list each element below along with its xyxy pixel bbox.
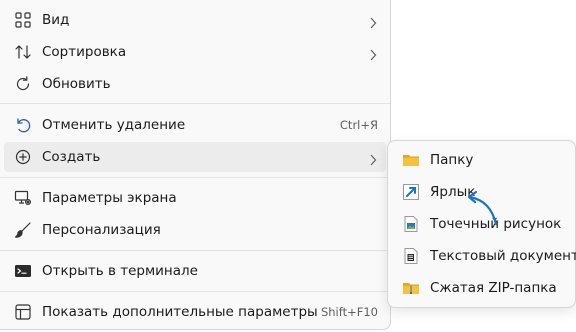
submenu-item-shortcut[interactable]: Ярлык <box>392 177 571 207</box>
menu-item-label: Вид <box>42 12 70 28</box>
menu-item-view[interactable]: Вид <box>4 5 386 35</box>
menu-divider <box>0 177 390 178</box>
menu-item-personalization[interactable]: Персонализация <box>4 215 386 245</box>
chevron-right-icon <box>369 151 377 166</box>
submenu-item-label: Ярлык <box>430 184 476 200</box>
submenu-item-text-document[interactable]: Текстовый документ <box>392 241 576 271</box>
menu-item-label: Персонализация <box>42 222 161 238</box>
menu-item-label: Параметры экрана <box>42 190 177 206</box>
folder-icon <box>402 151 420 169</box>
submenu-item-label: Сжатая ZIP-папка <box>430 280 557 296</box>
menu-item-create[interactable]: Создать <box>4 142 386 172</box>
menu-item-show-more-options[interactable]: Показать дополнительные параметры Shift+… <box>4 297 386 327</box>
terminal-icon <box>14 262 32 280</box>
paintbrush-icon <box>14 221 32 239</box>
submenu-item-label: Папку <box>430 152 474 168</box>
menu-item-label: Создать <box>42 149 101 165</box>
chevron-right-icon <box>369 14 377 29</box>
create-submenu: Папку Ярлык Точечный рисунок Текстовый д… <box>387 140 576 308</box>
submenu-item-zip[interactable]: Сжатая ZIP-папка <box>392 273 571 303</box>
submenu-item-label: Точечный рисунок <box>430 216 562 232</box>
chevron-right-icon <box>369 46 377 61</box>
shortcut-text: Ctrl+Я <box>339 118 378 132</box>
menu-item-label: Сортировка <box>42 44 127 60</box>
menu-item-label: Показать дополнительные параметры <box>42 304 318 320</box>
submenu-item-bitmap[interactable]: Точечный рисунок <box>392 209 571 239</box>
refresh-icon <box>14 75 32 93</box>
shortcut-icon <box>402 183 420 201</box>
submenu-item-folder[interactable]: Папку <box>392 145 571 175</box>
desktop-context-menu-screen: Вид Сортировка Обновить Отменить удалени… <box>0 0 576 332</box>
menu-item-display-settings[interactable]: Параметры экрана <box>4 183 386 213</box>
undo-icon <box>14 116 32 134</box>
display-settings-icon <box>14 189 32 207</box>
menu-item-label: Открыть в терминале <box>42 263 198 279</box>
menu-divider <box>0 250 390 251</box>
menu-item-label: Обновить <box>42 76 111 92</box>
shortcut-text: Shift+F10 <box>320 305 378 319</box>
bitmap-image-icon <box>402 215 420 233</box>
menu-divider <box>0 103 390 104</box>
context-menu: Вид Сортировка Обновить Отменить удалени… <box>0 0 391 330</box>
submenu-item-label: Текстовый документ <box>430 248 576 264</box>
plus-circle-icon <box>14 148 32 166</box>
menu-divider <box>0 291 390 292</box>
text-document-icon <box>402 247 420 265</box>
menu-item-refresh[interactable]: Обновить <box>4 69 386 99</box>
zip-folder-icon <box>402 279 420 297</box>
sort-arrows-icon <box>14 43 32 61</box>
grid-view-icon <box>14 11 32 29</box>
menu-item-sort[interactable]: Сортировка <box>4 37 386 67</box>
more-options-icon <box>14 303 32 321</box>
menu-item-undo-delete[interactable]: Отменить удаление Ctrl+Я <box>4 110 386 140</box>
menu-item-label: Отменить удаление <box>42 117 186 133</box>
menu-item-open-terminal[interactable]: Открыть в терминале <box>4 256 386 286</box>
